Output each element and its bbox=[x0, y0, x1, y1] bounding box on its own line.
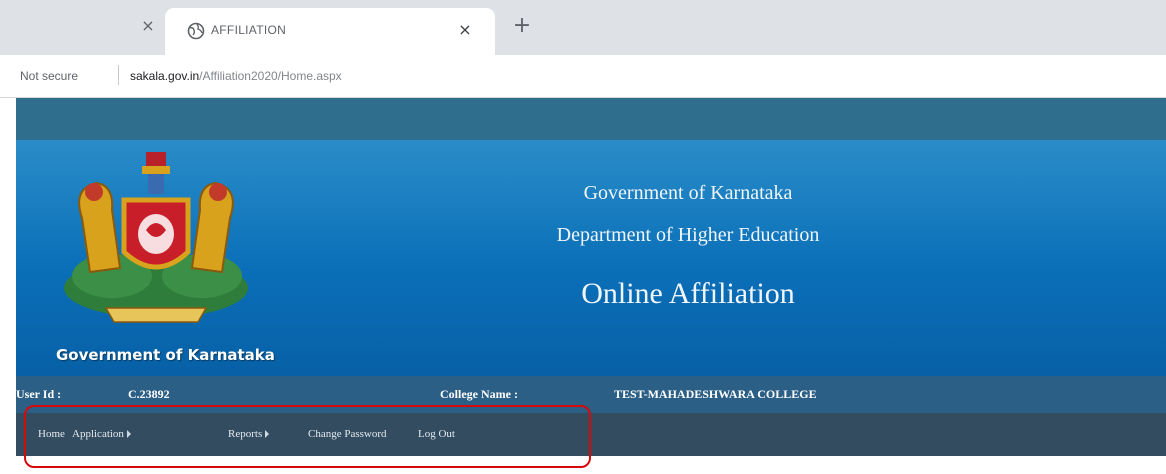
address-divider bbox=[118, 65, 119, 85]
header-title-department: Department of Higher Education bbox=[556, 224, 820, 246]
karnataka-emblem-icon bbox=[64, 152, 248, 323]
address-bar[interactable]: Not secure sakala.gov.in/Affiliation2020… bbox=[0, 55, 1166, 98]
new-tab-icon[interactable]: + bbox=[510, 15, 534, 39]
tab-close-icon[interactable]: × bbox=[455, 20, 475, 40]
url-path: /Affiliation2020/Home.aspx bbox=[199, 69, 342, 83]
user-id-label: User Id : bbox=[16, 387, 62, 401]
college-name-label: College Name : bbox=[440, 387, 518, 401]
header-banner: Government of Karnataka Government of Ka… bbox=[16, 140, 1166, 376]
page-top-strip bbox=[16, 98, 1166, 140]
tab-affiliation[interactable]: AFFILIATION × bbox=[165, 8, 495, 55]
header-title-portal: Online Affiliation bbox=[581, 277, 795, 310]
user-id-value: C.23892 bbox=[128, 387, 170, 401]
security-status[interactable]: Not secure bbox=[20, 69, 78, 83]
url-text[interactable]: sakala.gov.in/Affiliation2020/Home.aspx bbox=[130, 69, 342, 83]
previous-tab-close-icon[interactable]: × bbox=[138, 16, 158, 36]
emblem-caption: Government of Karnataka bbox=[56, 346, 275, 364]
tab-title: AFFILIATION bbox=[211, 23, 287, 37]
browser-tab-strip: × AFFILIATION × + bbox=[0, 0, 1166, 55]
college-name-value: TEST-MAHADESHWARA COLLEGE bbox=[614, 387, 817, 401]
url-domain: sakala.gov.in bbox=[130, 69, 200, 83]
highlight-annotation bbox=[24, 405, 591, 468]
header-title-government: Government of Karnataka bbox=[583, 182, 793, 204]
globe-icon bbox=[187, 22, 205, 40]
